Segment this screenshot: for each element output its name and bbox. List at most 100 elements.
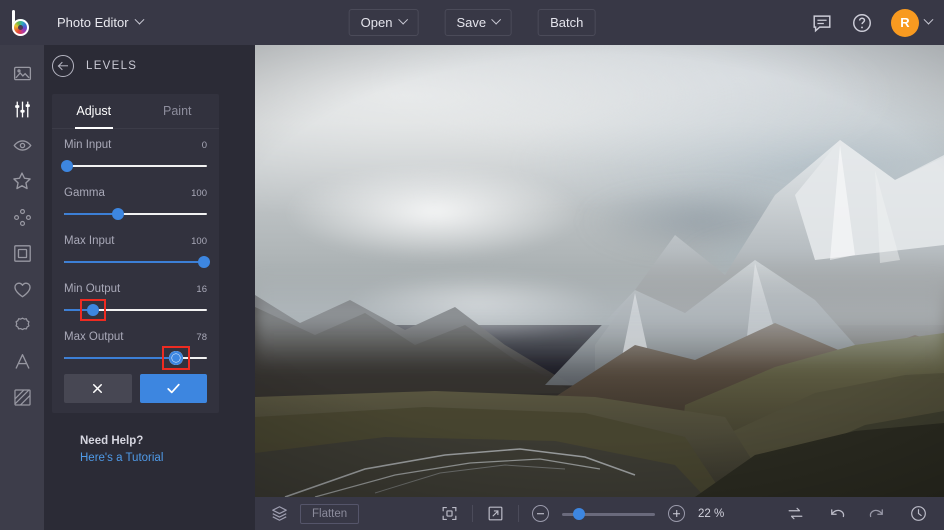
sidebar-item-texture[interactable] [0,379,44,415]
app-title-menu[interactable]: Photo Editor [46,10,154,36]
bottom-left-group: Flatten [255,503,360,524]
slider-max-output-value: 78 [196,332,207,343]
slider-gamma-label: Gamma [64,187,105,199]
zoom-out-button[interactable] [532,505,549,522]
star-icon [13,172,31,190]
sidebar-item-text[interactable] [0,343,44,379]
slider-min-input-knob[interactable] [60,160,73,172]
slider-gamma-knob[interactable] [112,208,125,220]
tab-paint-label: Paint [163,104,192,118]
open-button-label: Open [360,15,393,30]
layers-icon[interactable] [270,504,289,523]
zoom-in-button[interactable] [668,505,685,522]
slider-min-output-track[interactable] [64,299,207,321]
panel-header: LEVELS [44,45,255,87]
badge-icon [15,317,29,330]
undo-arrow-icon[interactable] [827,504,846,523]
user-account-menu[interactable]: R [891,8,934,37]
photo-image [255,45,944,497]
history-clock-icon[interactable] [909,504,928,523]
divider [472,505,473,522]
flatten-button-label: Flatten [312,507,348,520]
slider-min-output: Min Output 16 [64,283,207,321]
batch-button[interactable]: Batch [538,9,596,36]
expand-arrow-icon[interactable] [486,504,505,523]
sliders-icon [14,101,30,117]
zoom-slider[interactable] [562,507,655,520]
slider-max-input-value: 100 [191,236,207,247]
apply-button[interactable] [139,374,207,403]
slider-max-input-header: Max Input 100 [64,235,207,247]
slider-gamma-track[interactable] [64,208,207,220]
flatten-button[interactable]: Flatten [300,503,360,524]
texture-icon [13,388,31,406]
slider-fill [64,261,205,263]
slider-max-output: Max Output 78 [64,331,207,370]
image-canvas[interactable] [255,45,944,497]
zoom-slider-knob[interactable] [572,507,585,520]
sidebar-item-frames[interactable] [0,235,44,271]
slider-group: Min Input 0 Gamma 100 Max Input 100 Min … [52,129,219,370]
slider-max-input: Max Input 100 [64,235,211,268]
slider-max-input-knob[interactable] [198,256,211,268]
sidebar-item-image[interactable] [0,55,44,91]
slider-max-output-label: Max Output [64,331,124,343]
slider-min-output-label: Min Output [64,283,121,295]
checkmark-icon [167,383,180,394]
page-title: LEVELS [86,60,138,72]
panel-actions [52,368,219,403]
comment-icon[interactable] [811,12,833,34]
slider-min-input-track[interactable] [60,160,207,172]
chevron-down-icon [398,14,408,25]
levels-card: Adjust Paint Min Input 0 Gamma 100 Max I… [52,94,219,413]
sidebar-item-stickers[interactable] [0,271,44,307]
batch-button-label: Batch [550,15,584,30]
slider-fill [64,213,119,215]
sidebar-item-retouch[interactable] [0,127,44,163]
chevron-down-icon [923,14,934,25]
help-section: Need Help? Here's a Tutorial [44,413,255,464]
slider-min-output-knob[interactable] [86,304,99,316]
sidebar-item-beautify[interactable] [0,199,44,235]
top-bar-actions: Open Save Batch [348,9,596,36]
slider-max-input-track[interactable] [64,256,211,268]
fit-to-screen-icon[interactable] [440,504,459,523]
compare-swap-icon[interactable] [786,504,805,523]
back-arrow-icon[interactable] [52,55,74,77]
redo-arrow-icon[interactable] [868,504,887,523]
slider-min-input-label: Min Input [64,139,112,151]
zoom-level-value: 22 % [698,507,725,520]
tab-adjust[interactable]: Adjust [52,94,136,128]
heart-icon [13,282,31,297]
tool-rail [0,45,44,530]
sidebar-item-adjust[interactable] [0,91,44,127]
slider-gamma-value: 100 [191,188,207,199]
bottom-toolbar: Flatten 22 % [255,497,944,530]
chevron-down-icon [134,14,144,25]
top-bar-right: R [811,0,934,45]
slider-track [64,165,207,167]
slider-max-output-track[interactable] [64,346,207,370]
app-logo[interactable] [0,0,44,45]
slider-max-output-knob[interactable] [168,351,183,365]
text-a-icon [14,353,30,369]
slider-max-input-label: Max Input [64,235,115,247]
save-button[interactable]: Save [444,9,513,36]
slider-min-input-header: Min Input 0 [64,139,207,151]
vignette [255,45,944,497]
cancel-button[interactable] [64,374,132,403]
tab-paint[interactable]: Paint [136,94,220,128]
panel-tabs: Adjust Paint [52,94,219,129]
close-x-icon [93,384,103,393]
app-title-label: Photo Editor [57,15,129,30]
open-button[interactable]: Open [348,9,419,36]
frame-icon [13,244,31,262]
tutorial-link[interactable]: Here's a Tutorial [80,452,255,464]
question-circle-icon[interactable] [851,12,873,34]
sidebar-item-effects[interactable] [0,163,44,199]
slider-fill [64,357,176,359]
slider-min-output-value: 16 [196,284,207,295]
sidebar-item-overlays[interactable] [0,307,44,343]
bottom-right-group [786,504,928,523]
slider-gamma-header: Gamma 100 [64,187,207,199]
